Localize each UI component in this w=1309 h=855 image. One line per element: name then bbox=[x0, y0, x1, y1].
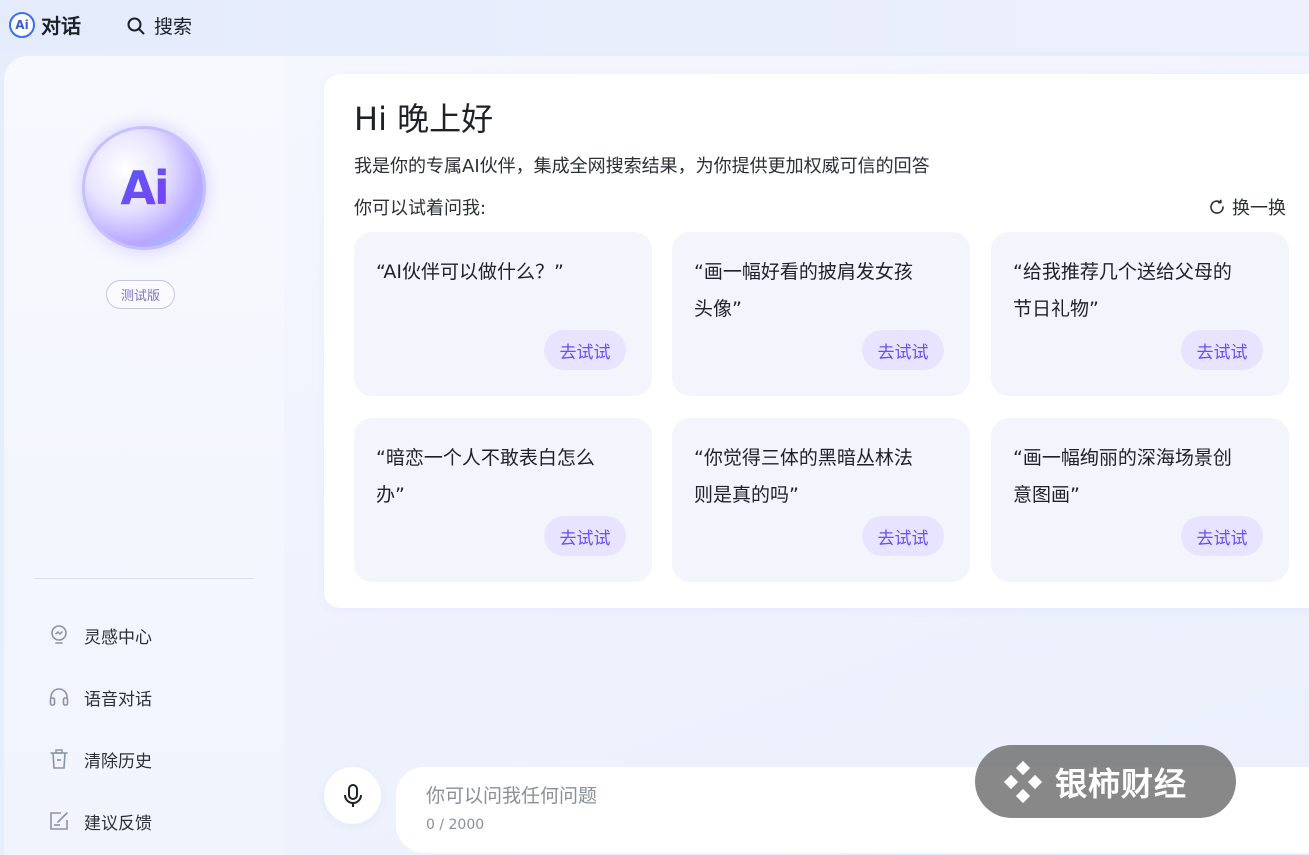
sidebar-item-feedback[interactable]: 建议反馈 bbox=[48, 790, 152, 852]
suggestion-question: “画一幅绚丽的深海场景创意图画” bbox=[1013, 447, 1232, 506]
sidebar-divider bbox=[34, 578, 254, 579]
sidebar: Ai 测试版 灵感中心 语音对话 清除历史 建议反馈 bbox=[4, 56, 284, 855]
brand[interactable]: Ai 对话 bbox=[9, 10, 81, 39]
suggestion-question: “AI伙伴可以做什么？” bbox=[376, 261, 564, 283]
search-icon bbox=[127, 17, 145, 34]
try-button[interactable]: 去试试 bbox=[862, 330, 944, 370]
headphones-icon bbox=[49, 688, 69, 706]
suggestion-question: “给我推荐几个送给父母的节日礼物” bbox=[1013, 261, 1232, 320]
sidebar-item-label: 灵感中心 bbox=[84, 627, 152, 648]
main-shell: Ai 测试版 灵感中心 语音对话 清除历史 建议反馈 Hi 晚上好 我是你的专属… bbox=[4, 56, 1309, 855]
suggestion-question: “暗恋一个人不敢表白怎么办” bbox=[376, 447, 595, 506]
suggestion-card[interactable]: “画一幅绚丽的深海场景创意图画” 去试试 bbox=[991, 418, 1289, 582]
try-button[interactable]: 去试试 bbox=[544, 330, 626, 370]
lightbulb-icon bbox=[51, 625, 67, 644]
try-button[interactable]: 去试试 bbox=[544, 516, 626, 556]
app-title: 对话 bbox=[41, 14, 81, 38]
try-button[interactable]: 去试试 bbox=[1181, 330, 1263, 370]
intro-text: 我是你的专属AI伙伴，集成全网搜索结果，为你提供更加权威可信的回答 bbox=[354, 156, 930, 177]
char-counter: 0 / 2000 bbox=[426, 817, 485, 833]
watermark-logo-icon bbox=[1003, 760, 1043, 803]
suggestion-card[interactable]: “你觉得三体的黑暗丛林法则是真的吗” 去试试 bbox=[672, 418, 970, 582]
sidebar-item-label: 建议反馈 bbox=[84, 813, 152, 834]
sidebar-item-label: 语音对话 bbox=[84, 689, 152, 710]
chat-input[interactable] bbox=[426, 783, 986, 809]
welcome-card: Hi 晚上好 我是你的专属AI伙伴，集成全网搜索结果，为你提供更加权威可信的回答… bbox=[324, 74, 1309, 608]
voice-input-button[interactable] bbox=[324, 767, 381, 824]
suggestion-card[interactable]: “暗恋一个人不敢表白怎么办” 去试试 bbox=[354, 418, 652, 582]
suggestion-card[interactable]: “给我推荐几个送给父母的节日礼物” 去试试 bbox=[991, 232, 1289, 396]
ai-avatar: Ai bbox=[82, 126, 206, 250]
top-bar: Ai 对话 搜索 bbox=[0, 0, 1309, 52]
refresh-button[interactable]: 换一换 bbox=[1208, 194, 1286, 220]
try-button[interactable]: 去试试 bbox=[1181, 516, 1263, 556]
watermark: 银柿财经 bbox=[975, 745, 1236, 818]
sidebar-menu: 灵感中心 语音对话 清除历史 建议反馈 bbox=[48, 604, 152, 852]
sidebar-item-label: 清除历史 bbox=[84, 751, 152, 772]
suggestion-question: “你觉得三体的黑暗丛林法则是真的吗” bbox=[694, 447, 913, 506]
try-button[interactable]: 去试试 bbox=[862, 516, 944, 556]
watermark-text: 银柿财经 bbox=[1055, 764, 1188, 803]
refresh-icon bbox=[1210, 199, 1224, 214]
try-label: 你可以试着问我: bbox=[354, 198, 487, 219]
feedback-icon bbox=[50, 812, 68, 830]
suggestion-card[interactable]: “AI伙伴可以做什么？” 去试试 bbox=[354, 232, 652, 396]
sidebar-item-voice-chat[interactable]: 语音对话 bbox=[48, 666, 152, 728]
microphone-icon bbox=[343, 783, 362, 807]
ai-logo-icon: Ai bbox=[9, 11, 35, 38]
ai-avatar-text: Ai bbox=[120, 161, 169, 215]
sidebar-item-clear-history[interactable]: 清除历史 bbox=[48, 728, 152, 790]
greeting-title: Hi 晚上好 bbox=[354, 100, 494, 138]
trash-icon bbox=[50, 749, 68, 769]
suggestion-question: “画一幅好看的披肩发女孩头像” bbox=[694, 261, 913, 320]
sidebar-item-inspiration[interactable]: 灵感中心 bbox=[48, 604, 152, 666]
refresh-label: 换一换 bbox=[1232, 198, 1286, 219]
search-label: 搜索 bbox=[154, 16, 193, 38]
beta-badge: 测试版 bbox=[106, 280, 176, 309]
suggestion-card[interactable]: “画一幅好看的披肩发女孩头像” 去试试 bbox=[672, 232, 970, 396]
search-button[interactable]: 搜索 bbox=[126, 12, 192, 39]
